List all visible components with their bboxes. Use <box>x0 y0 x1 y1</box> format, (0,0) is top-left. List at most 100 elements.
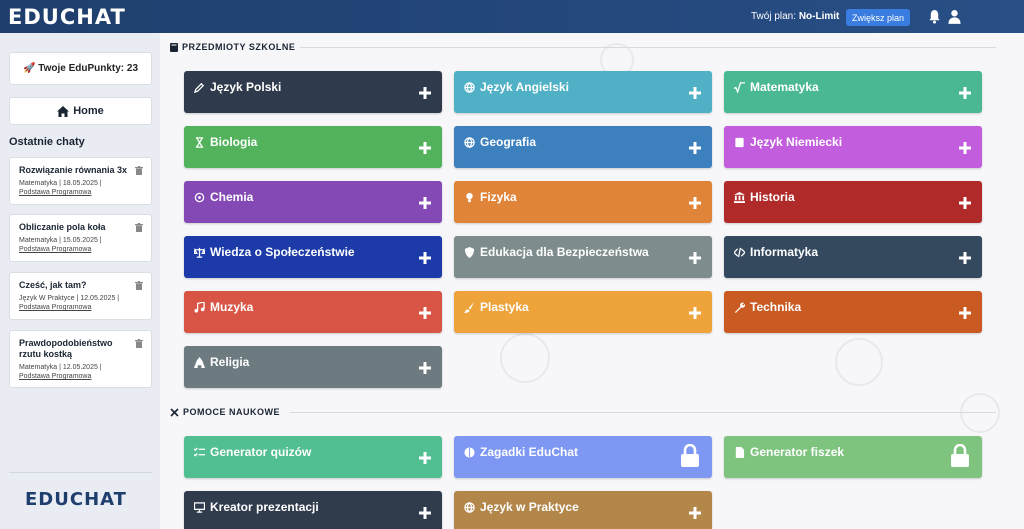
chat-link[interactable]: Podstawa Programowa <box>19 303 142 312</box>
tile-subjects[interactable]: Muzyka <box>184 291 442 333</box>
plus-icon[interactable] <box>418 306 432 320</box>
tile-label: Religia <box>194 355 249 369</box>
tile-subjects[interactable]: Technika <box>724 291 982 333</box>
sqrt-icon <box>734 81 745 93</box>
chat-card[interactable]: Rozwiązanie równania 3x Matematyka | 18.… <box>9 157 152 205</box>
tile-text: Chemia <box>210 190 254 204</box>
tile-text: Generator quizów <box>210 445 312 459</box>
plus-icon[interactable] <box>418 451 432 465</box>
plus-icon[interactable] <box>418 141 432 155</box>
plus-icon[interactable] <box>418 361 432 375</box>
chat-link[interactable]: Podstawa Programowa <box>19 372 142 381</box>
subjects-title: PRZEDMIOTY SZKOLNE <box>182 42 296 52</box>
music-icon <box>194 301 205 313</box>
plus-icon[interactable] <box>958 251 972 265</box>
plus-icon[interactable] <box>958 196 972 210</box>
plus-icon[interactable] <box>958 306 972 320</box>
chat-link[interactable]: Podstawa Programowa <box>19 188 142 197</box>
tile-text: Matematyka <box>750 80 819 94</box>
tile-subjects[interactable]: Edukacja dla Bezpieczeństwa <box>454 236 712 278</box>
tile-label: Geografia <box>464 135 536 149</box>
plus-icon[interactable] <box>688 86 702 100</box>
trash-icon[interactable] <box>135 339 143 348</box>
plus-icon[interactable] <box>688 306 702 320</box>
chat-card[interactable]: Obliczanie pola koła Matematyka | 15.05.… <box>9 214 152 262</box>
tile-label: Chemia <box>194 190 253 204</box>
tile-label: Zagadki EduChat <box>464 445 578 459</box>
section-divider <box>290 412 996 413</box>
trash-icon[interactable] <box>135 223 143 232</box>
edupoints-badge: 🚀 Twoje EduPunkty: 23 <box>9 52 152 85</box>
tile-tools[interactable]: Kreator prezentacji <box>184 491 442 529</box>
tools-title: POMOCE NAUKOWE <box>183 407 280 417</box>
plus-icon[interactable] <box>688 506 702 520</box>
atom-icon <box>194 192 205 202</box>
tile-subjects[interactable]: Biologia <box>184 126 442 168</box>
chat-card[interactable]: Cześć, jak tam? Język W Praktyce | 12.05… <box>9 272 152 320</box>
tile-label: Język w Praktyce <box>464 500 579 514</box>
tile-subjects[interactable]: Fizyka <box>454 181 712 223</box>
tile-subjects[interactable]: Geografia <box>454 126 712 168</box>
tile-label: Język Niemiecki <box>734 135 842 149</box>
bell-icon[interactable] <box>928 9 941 24</box>
trash-icon[interactable] <box>135 281 143 290</box>
tile-label: Kreator prezentacji <box>194 500 319 514</box>
tools-section-title: POMOCE NAUKOWE <box>170 407 280 417</box>
tile-subjects[interactable]: Plastyka <box>454 291 712 333</box>
tile-subjects[interactable]: Matematyka <box>724 71 982 113</box>
book-icon <box>735 137 744 147</box>
chat-meta: Matematyka | 18.05.2025 | <box>19 180 102 187</box>
book-icon <box>170 42 178 52</box>
tile-subjects[interactable]: Język Niemiecki <box>724 126 982 168</box>
code-icon <box>734 247 745 257</box>
tile-label: Technika <box>734 300 801 314</box>
plus-icon[interactable] <box>958 86 972 100</box>
tile-subjects[interactable]: Wiedza o Społeczeństwie <box>184 236 442 278</box>
plus-icon[interactable] <box>958 141 972 155</box>
sidebar-divider <box>9 472 152 473</box>
tile-label: Generator fiszek <box>734 445 844 459</box>
chat-link[interactable]: Podstawa Programowa <box>19 245 142 254</box>
tile-text: Historia <box>750 190 795 204</box>
tile-tools[interactable]: Język w Praktyce <box>454 491 712 529</box>
plan-label: Twój plan: <box>751 11 797 22</box>
tile-tools[interactable]: Generator quizów <box>184 436 442 478</box>
tile-subjects[interactable]: Religia <box>184 346 442 388</box>
tile-subjects[interactable]: Chemia <box>184 181 442 223</box>
tile-subjects[interactable]: Historia <box>724 181 982 223</box>
plus-icon[interactable] <box>688 141 702 155</box>
tile-label: Informatyka <box>734 245 818 259</box>
tile-label: Język Angielski <box>464 80 569 94</box>
tools-icon <box>170 407 179 417</box>
tile-tools[interactable]: Zagadki EduChat <box>454 436 712 478</box>
home-button[interactable]: Home <box>9 97 152 125</box>
plus-icon[interactable] <box>688 196 702 210</box>
lightbulb-icon <box>466 192 473 202</box>
tile-text: Muzyka <box>210 300 254 314</box>
plus-icon[interactable] <box>418 251 432 265</box>
chat-card[interactable]: Prawdopodobieństwo rzutu kostką Matematy… <box>9 330 152 388</box>
chat-meta: Matematyka | 15.05.2025 | <box>19 237 102 244</box>
user-icon[interactable] <box>948 9 961 24</box>
pencil-icon <box>194 82 205 93</box>
plus-icon[interactable] <box>418 86 432 100</box>
background-doodle <box>960 393 1000 433</box>
tile-subjects[interactable]: Informatyka <box>724 236 982 278</box>
chat-meta: Matematyka | 12.05.2025 | <box>19 364 102 371</box>
plus-icon[interactable] <box>418 506 432 520</box>
plus-icon[interactable] <box>688 251 702 265</box>
upgrade-plan-button[interactable]: Zwiększ plan <box>846 9 910 26</box>
trash-icon[interactable] <box>135 166 143 175</box>
tile-subjects[interactable]: Język Angielski <box>454 71 712 113</box>
section-divider <box>300 47 996 48</box>
tile-tools[interactable]: Generator fiszek <box>724 436 982 478</box>
lock-icon <box>951 444 969 467</box>
logo[interactable]: EDUCHAT <box>8 5 126 29</box>
plus-icon[interactable] <box>418 196 432 210</box>
tile-label: Plastyka <box>464 300 529 314</box>
globe-icon <box>464 501 475 513</box>
tile-subjects[interactable]: Język Polski <box>184 71 442 113</box>
sidebar-logo: EDUCHAT <box>25 489 127 510</box>
globe-icon <box>464 81 475 93</box>
tile-text: Kreator prezentacji <box>210 500 319 514</box>
